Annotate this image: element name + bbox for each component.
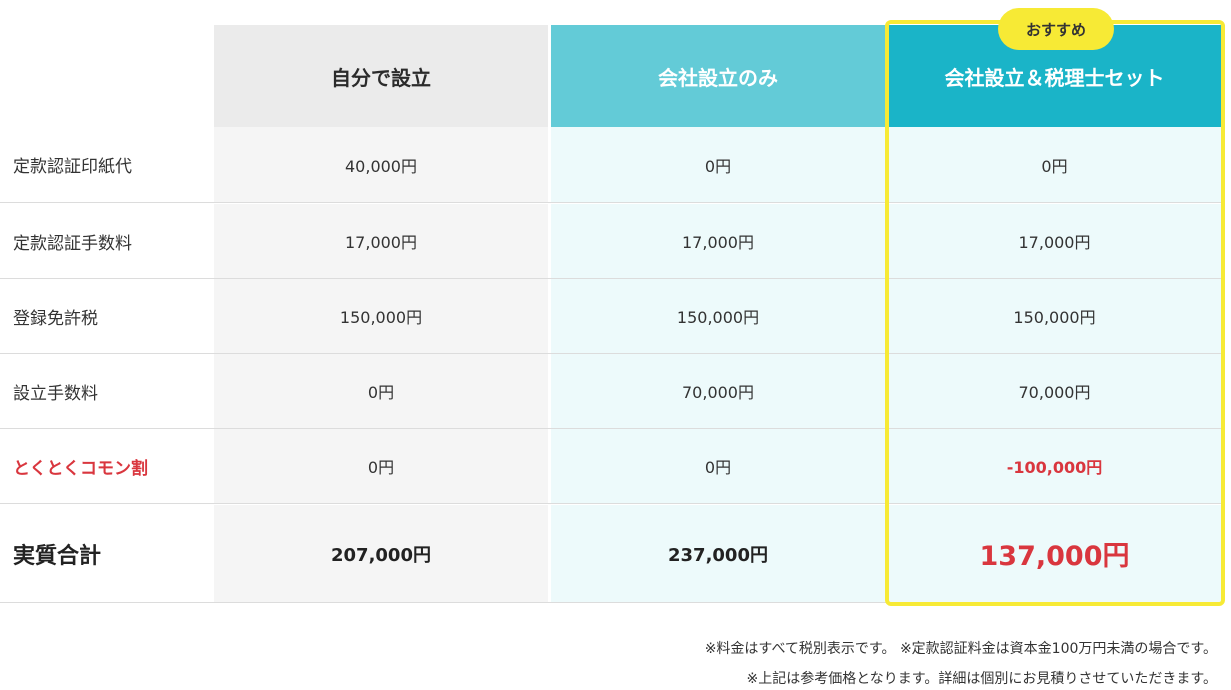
column-header-self: 自分で設立 bbox=[214, 25, 548, 127]
row-label: 設立手数料 bbox=[0, 354, 212, 428]
cell-company-tax-set: 70,000円 bbox=[888, 354, 1221, 428]
recommended-badge: おすすめ bbox=[998, 8, 1114, 50]
cell-company-tax-set: 0円 bbox=[888, 127, 1221, 202]
table-row: 登録免許税 150,000円 150,000円 150,000円 bbox=[0, 279, 1221, 354]
cell-company-only: 0円 bbox=[551, 127, 885, 202]
cell-self: 17,000円 bbox=[214, 204, 548, 278]
row-label: 登録免許税 bbox=[0, 279, 212, 353]
cell-company-only: 150,000円 bbox=[551, 279, 885, 353]
total-label: 実質合計 bbox=[0, 505, 212, 602]
footnote-tax: ※料金はすべて税別表示です。 ※定款認証料金は資本金100万円未満の場合です。 bbox=[704, 641, 1217, 657]
cell-company-tax-set-discount: -100,000円 bbox=[888, 429, 1221, 503]
cell-company-only: 0円 bbox=[551, 429, 885, 503]
cell-self: 0円 bbox=[214, 354, 548, 428]
total-row: 実質合計 207,000円 237,000円 137,000円 bbox=[0, 505, 1221, 603]
cell-self: 40,000円 bbox=[214, 127, 548, 202]
row-label: 定款認証手数料 bbox=[0, 204, 212, 278]
table-row: とくとくコモン割 0円 0円 -100,000円 bbox=[0, 429, 1221, 504]
row-label: 定款認証印紙代 bbox=[0, 127, 212, 202]
total-company-tax-set: 137,000円 bbox=[888, 505, 1221, 602]
table-row: 定款認証印紙代 40,000円 0円 0円 bbox=[0, 127, 1221, 203]
cell-company-only: 17,000円 bbox=[551, 204, 885, 278]
total-self: 207,000円 bbox=[214, 505, 548, 602]
table-row: 設立手数料 0円 70,000円 70,000円 bbox=[0, 354, 1221, 429]
cell-company-only: 70,000円 bbox=[551, 354, 885, 428]
table-row: 定款認証手数料 17,000円 17,000円 17,000円 bbox=[0, 204, 1221, 279]
cell-company-tax-set: 150,000円 bbox=[888, 279, 1221, 353]
cell-self: 0円 bbox=[214, 429, 548, 503]
total-company-only: 237,000円 bbox=[551, 505, 885, 602]
row-label-discount: とくとくコモン割 bbox=[0, 429, 212, 503]
cell-self: 150,000円 bbox=[214, 279, 548, 353]
footnote-estimate: ※上記は参考価格となります。詳細は個別にお見積りさせていただきます。 bbox=[746, 671, 1217, 687]
column-header-company-only: 会社設立のみ bbox=[551, 25, 885, 127]
cell-company-tax-set: 17,000円 bbox=[888, 204, 1221, 278]
